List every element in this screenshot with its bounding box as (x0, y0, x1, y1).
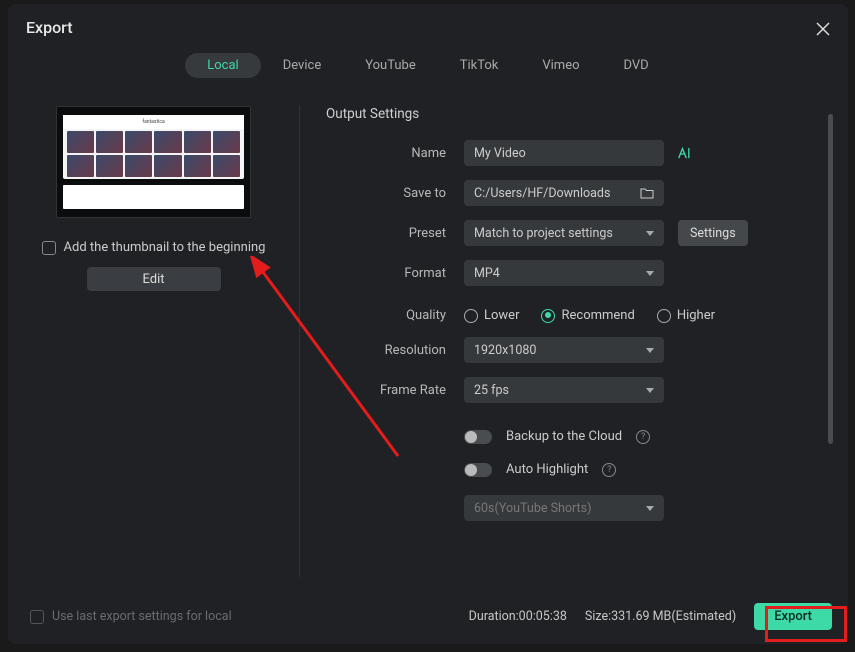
auto-highlight-toggle[interactable] (464, 463, 492, 477)
use-last-label: Use last export settings for local (52, 609, 232, 624)
dialog-title: Export (26, 18, 73, 37)
save-to-input[interactable]: C:/Users/HF/Downloads (464, 180, 664, 206)
framerate-select[interactable]: 25 fps (464, 377, 664, 403)
duration-info: Duration:00:05:38 (469, 609, 567, 624)
preset-select[interactable]: Match to project settings (464, 220, 664, 246)
export-dialog: Export Local Device YouTube TikTok Vimeo… (8, 4, 848, 644)
tab-device[interactable]: Device (261, 53, 344, 78)
tab-youtube[interactable]: YouTube (343, 53, 438, 78)
format-select[interactable]: MP4 (464, 260, 664, 286)
tab-vimeo[interactable]: Vimeo (520, 53, 601, 78)
quality-higher[interactable]: Higher (657, 308, 715, 323)
export-button[interactable]: Export (754, 603, 832, 630)
format-label: Format (326, 266, 464, 281)
backup-toggle[interactable] (464, 430, 492, 444)
right-panel: Output Settings Name My Video Save to C:… (318, 92, 830, 591)
resolution-label: Resolution (326, 343, 464, 358)
auto-highlight-label: Auto Highlight (506, 462, 588, 477)
edit-button[interactable]: Edit (87, 267, 221, 291)
highlight-preset-select[interactable]: 60s(YouTube Shorts) (464, 495, 664, 521)
folder-icon[interactable] (640, 186, 654, 200)
name-input[interactable]: My Video (464, 140, 664, 166)
export-tabs: Local Device YouTube TikTok Vimeo DVD (8, 47, 848, 92)
preset-label: Preset (326, 226, 464, 241)
add-thumbnail-checkbox[interactable] (42, 241, 56, 255)
use-last-checkbox[interactable] (30, 610, 44, 624)
backup-label: Backup to the Cloud (506, 429, 622, 444)
output-settings-title: Output Settings (326, 106, 816, 122)
name-label: Name (326, 146, 464, 161)
save-to-label: Save to (326, 186, 464, 201)
add-thumbnail-label: Add the thumbnail to the beginning (64, 240, 266, 255)
footer: Use last export settings for local Durat… (8, 591, 848, 644)
quality-recommend[interactable]: Recommend (541, 308, 634, 323)
tab-local[interactable]: Local (185, 53, 260, 78)
backup-help-icon[interactable]: ? (636, 430, 650, 444)
quality-lower[interactable]: Lower (464, 308, 519, 323)
resolution-select[interactable]: 1920x1080 (464, 337, 664, 363)
dialog-header: Export (8, 4, 848, 47)
video-thumbnail[interactable]: fantastica (56, 106, 251, 218)
ai-icon[interactable] (678, 146, 696, 160)
tab-tiktok[interactable]: TikTok (438, 53, 521, 78)
scrollbar[interactable] (828, 114, 833, 564)
left-panel: fantastica Add the thumbnail to the begi… (26, 92, 281, 591)
quality-label: Quality (326, 308, 464, 323)
close-icon[interactable] (816, 21, 830, 35)
vertical-divider (299, 106, 300, 577)
auto-highlight-help-icon[interactable]: ? (602, 463, 616, 477)
tab-dvd[interactable]: DVD (602, 53, 671, 78)
settings-button[interactable]: Settings (678, 220, 748, 246)
framerate-label: Frame Rate (326, 383, 464, 398)
size-info: Size:331.69 MB(Estimated) (585, 609, 736, 624)
